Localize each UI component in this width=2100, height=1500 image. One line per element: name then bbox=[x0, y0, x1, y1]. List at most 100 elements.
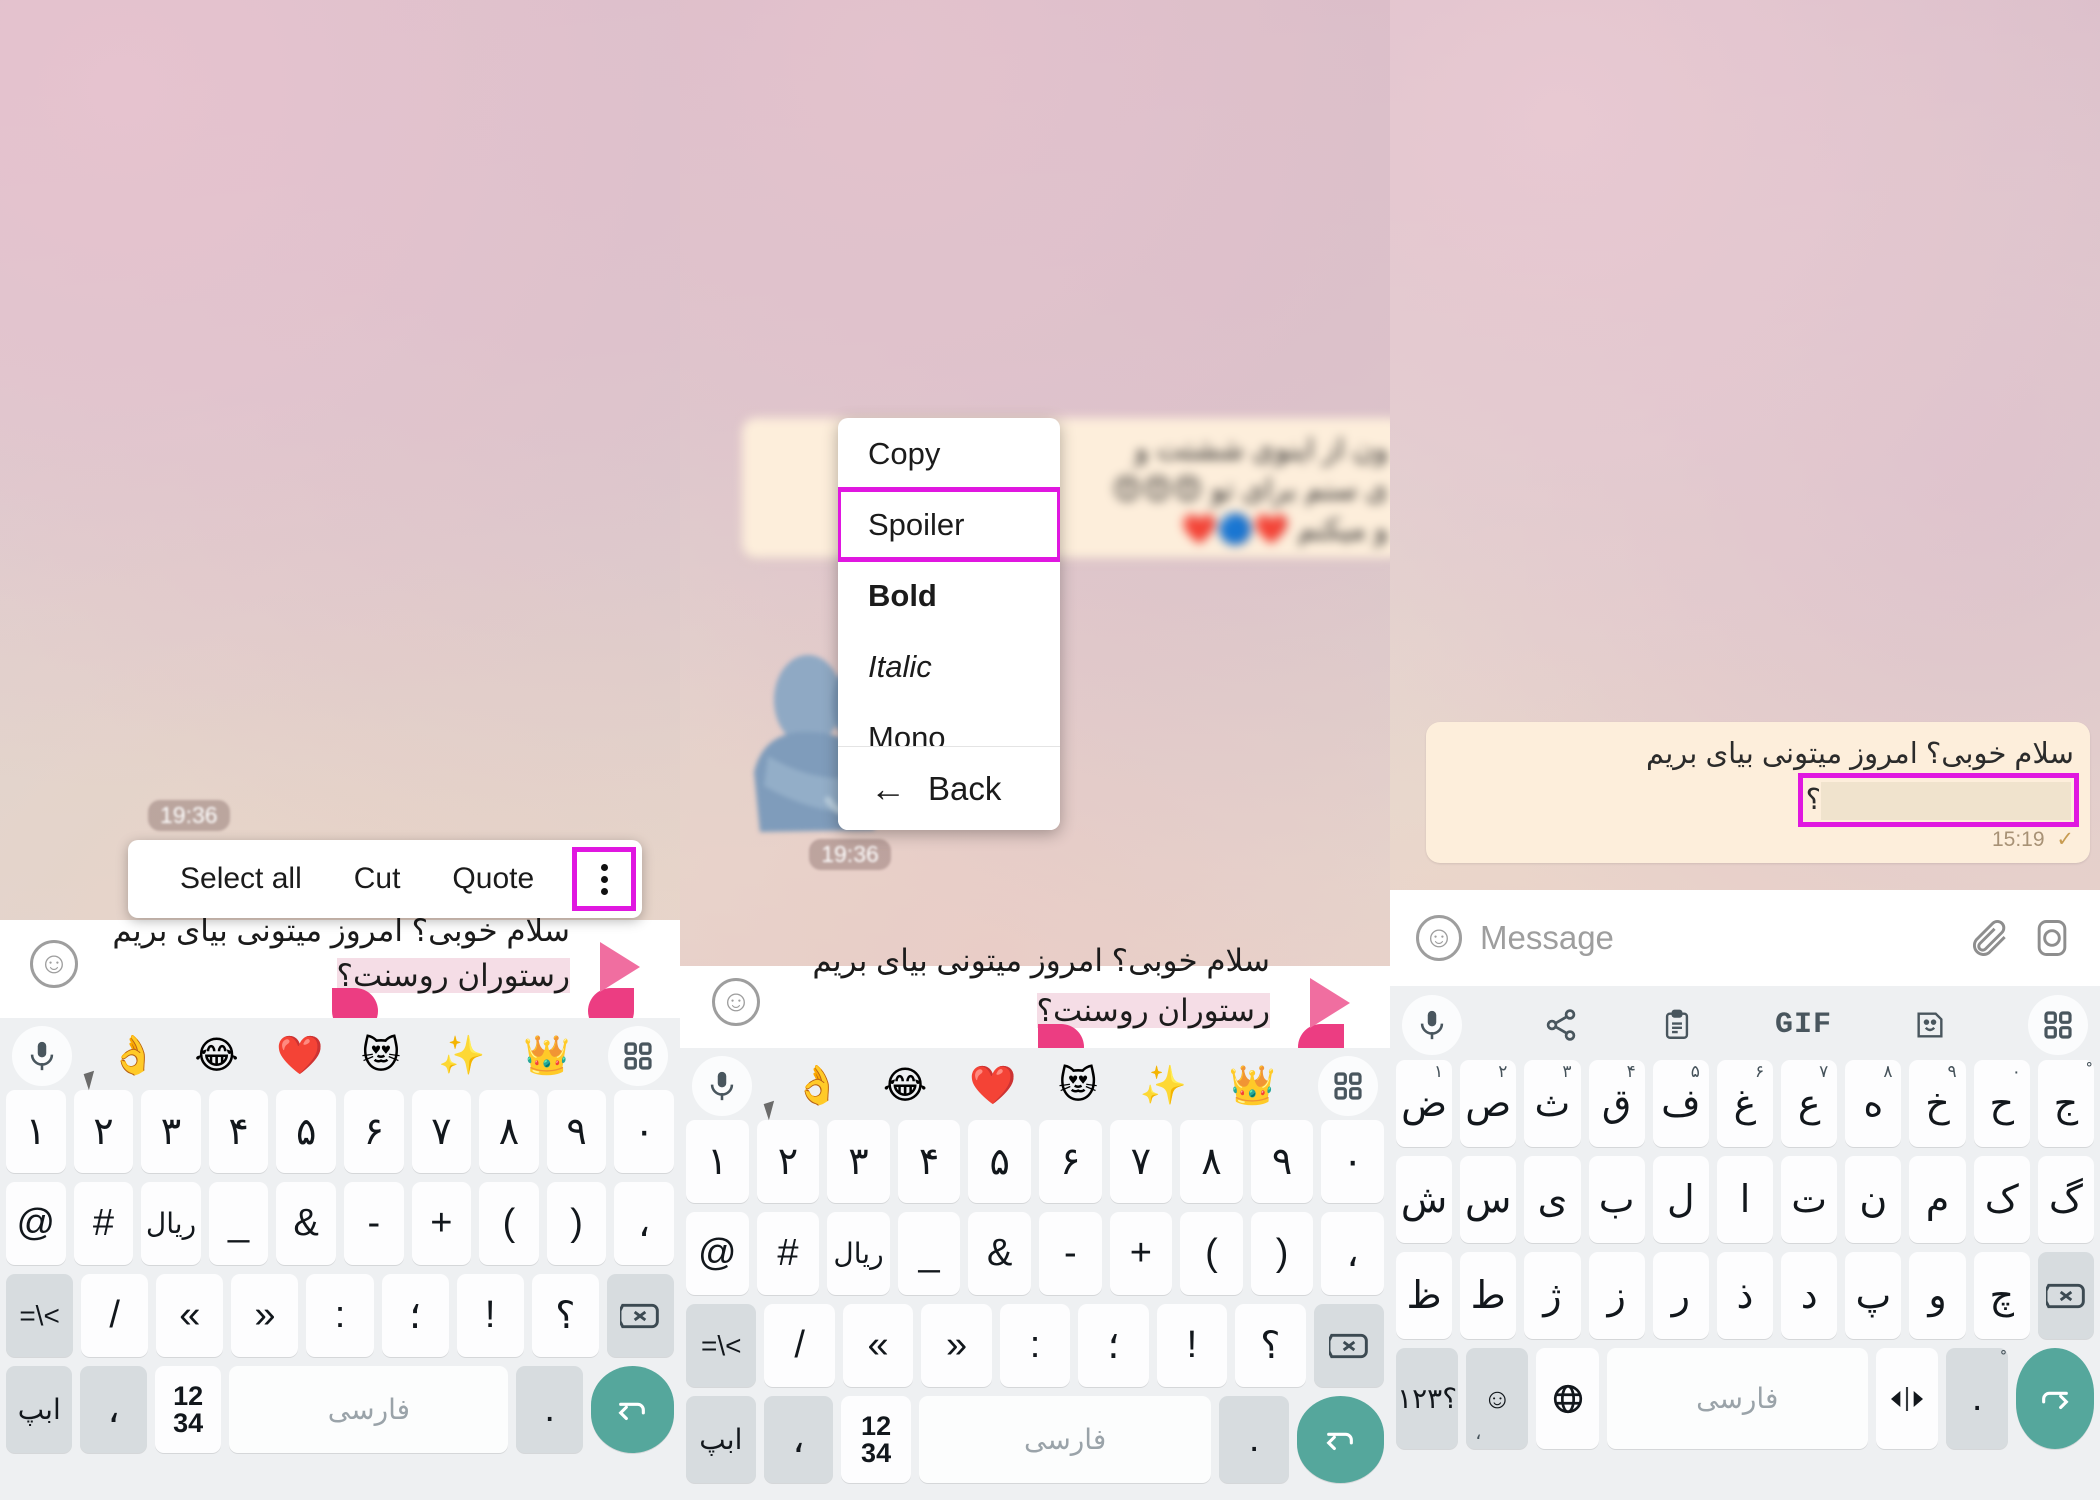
key-![interactable]: ! bbox=[456, 1274, 524, 1357]
dropdown-back-button[interactable]: ← Back bbox=[838, 746, 1060, 830]
spoiler-highlight-box[interactable]: ؟ bbox=[1797, 772, 2080, 828]
emoji-5[interactable]: ✨ bbox=[1140, 1067, 1187, 1105]
key-=\<[interactable]: =\< bbox=[686, 1304, 757, 1387]
emoji-6[interactable]: 👑 bbox=[1229, 1067, 1276, 1105]
key-پ[interactable]: پ bbox=[1845, 1252, 1902, 1339]
context-menu-select-all-button[interactable]: Select all bbox=[154, 862, 328, 896]
key-۱۲۳؟[interactable]: ۱۲۳؟ bbox=[1396, 1348, 1459, 1449]
key-ابپ[interactable]: ابپ bbox=[686, 1396, 756, 1483]
key-ریال[interactable]: ریال bbox=[141, 1182, 201, 1265]
message-input-bar[interactable]: ☺ Message bbox=[1390, 890, 2100, 986]
key-۶[interactable]: ۶ bbox=[1039, 1120, 1102, 1203]
space-key[interactable]: فارسی bbox=[1606, 1348, 1868, 1449]
mic-icon[interactable] bbox=[1402, 995, 1462, 1055]
key-د[interactable]: د bbox=[1781, 1252, 1838, 1339]
smiley-icon[interactable]: ☺ bbox=[1416, 915, 1462, 961]
key-.[interactable]: . bbox=[516, 1366, 583, 1453]
key-+[interactable]: + bbox=[1109, 1212, 1173, 1295]
emoji-key[interactable]: ☺ ، bbox=[1466, 1348, 1529, 1449]
mic-icon[interactable] bbox=[12, 1026, 72, 1086]
key-#[interactable]: # bbox=[756, 1212, 820, 1295]
emoji-3[interactable]: ❤️ bbox=[276, 1037, 323, 1075]
key-۶[interactable]: ۶ bbox=[344, 1090, 404, 1173]
context-menu-cut-button[interactable]: Cut bbox=[328, 862, 427, 896]
key-۱[interactable]: ۱ bbox=[686, 1120, 749, 1203]
key-/[interactable]: / bbox=[81, 1274, 149, 1357]
key-ریال[interactable]: ریال bbox=[827, 1212, 890, 1295]
key-ز[interactable]: ز bbox=[1588, 1252, 1645, 1339]
outgoing-message-bubble[interactable]: سلام خوبی؟ امروز میتونی بیای بریم ؟ 15:1… bbox=[1426, 722, 2090, 864]
clipboard-icon[interactable] bbox=[1660, 1008, 1694, 1042]
backspace-key[interactable] bbox=[2037, 1252, 2095, 1339]
backspace-key[interactable] bbox=[606, 1274, 674, 1357]
key-ن[interactable]: ن bbox=[1845, 1156, 1902, 1243]
key-ش[interactable]: ش bbox=[1395, 1156, 1453, 1243]
dropdown-item-mono[interactable]: Mono bbox=[838, 702, 1060, 747]
key-ی[interactable]: ی bbox=[1524, 1156, 1581, 1243]
smiley-icon[interactable]: ☺ bbox=[30, 940, 78, 988]
grid-icon[interactable] bbox=[2027, 995, 2088, 1055]
overflow-menu-icon[interactable] bbox=[572, 847, 637, 911]
key-۷[interactable]: ۷ bbox=[411, 1090, 472, 1173]
key-غ[interactable]: غ۶ bbox=[1716, 1060, 1774, 1147]
key--[interactable]: - bbox=[344, 1182, 404, 1265]
key-([interactable]: ( bbox=[479, 1182, 539, 1265]
emoji-1[interactable]: 👌 bbox=[794, 1067, 841, 1105]
key-.[interactable]: . bbox=[1219, 1396, 1289, 1483]
numeric-key[interactable]: 12 34 bbox=[841, 1396, 911, 1483]
key-؛[interactable]: ؛ bbox=[1078, 1304, 1149, 1387]
language-globe-key[interactable] bbox=[1536, 1348, 1599, 1449]
key-_[interactable]: _ bbox=[897, 1212, 961, 1295]
key-،[interactable]: ، bbox=[80, 1366, 147, 1453]
key-»[interactable]: » bbox=[921, 1304, 992, 1387]
enter-key[interactable] bbox=[590, 1366, 674, 1453]
emoji-6[interactable]: 👑 bbox=[523, 1037, 570, 1075]
key-۷[interactable]: ۷ bbox=[1109, 1120, 1173, 1203]
emoji-2[interactable]: 😂 bbox=[194, 1037, 238, 1075]
cursor-move-key[interactable] bbox=[1875, 1348, 1939, 1449]
enter-key[interactable] bbox=[1296, 1396, 1384, 1483]
key-#[interactable]: # bbox=[73, 1182, 134, 1265]
key-@[interactable]: @ bbox=[686, 1212, 749, 1295]
key-=\<[interactable]: =\< bbox=[6, 1274, 74, 1357]
emoji-5[interactable]: ✨ bbox=[438, 1037, 485, 1075]
gif-button[interactable]: GIF bbox=[1775, 1008, 1832, 1042]
key-و[interactable]: و bbox=[1909, 1252, 1966, 1339]
key-ق[interactable]: ق۴ bbox=[1588, 1060, 1645, 1147]
grid-icon[interactable] bbox=[1317, 1056, 1378, 1116]
key-چ[interactable]: چ bbox=[1973, 1252, 2030, 1339]
key-۳[interactable]: ۳ bbox=[141, 1090, 201, 1173]
key-۰[interactable]: ۰ bbox=[614, 1090, 674, 1173]
key-.[interactable]: .ْ bbox=[1946, 1348, 2009, 1449]
send-arrow-icon[interactable] bbox=[1310, 978, 1350, 1028]
backspace-key[interactable] bbox=[1313, 1304, 1384, 1387]
key-ذ[interactable]: ذ bbox=[1716, 1252, 1774, 1339]
key-![interactable]: ! bbox=[1156, 1304, 1228, 1387]
camera-icon[interactable] bbox=[2030, 916, 2074, 960]
key-خ[interactable]: خ۹ bbox=[1909, 1060, 1966, 1147]
emoji-4[interactable]: 😻 bbox=[361, 1037, 401, 1075]
key-ج[interactable]: جْ bbox=[2037, 1060, 2095, 1147]
emoji-1[interactable]: 👌 bbox=[110, 1037, 157, 1075]
key-&[interactable]: & bbox=[968, 1212, 1031, 1295]
share-icon[interactable] bbox=[1543, 1007, 1579, 1043]
key-۲[interactable]: ۲ bbox=[756, 1120, 820, 1203]
key-ث[interactable]: ث۳ bbox=[1524, 1060, 1581, 1147]
key-؛[interactable]: ؛ bbox=[381, 1274, 449, 1357]
emoji-2[interactable]: 😂 bbox=[883, 1067, 927, 1105]
key-ص[interactable]: ص۲ bbox=[1460, 1060, 1517, 1147]
key-؟[interactable]: ؟ bbox=[1235, 1304, 1306, 1387]
numeric-key[interactable]: 12 34 bbox=[154, 1366, 222, 1453]
dropdown-item-italic[interactable]: Italic bbox=[838, 631, 1060, 702]
key-م[interactable]: م bbox=[1909, 1156, 1966, 1243]
key-ا[interactable]: ا bbox=[1716, 1156, 1774, 1243]
key-۱[interactable]: ۱ bbox=[6, 1090, 66, 1173]
space-key[interactable]: فارسی bbox=[229, 1366, 509, 1453]
key-([interactable]: ( bbox=[1180, 1212, 1243, 1295]
key-«[interactable]: « bbox=[842, 1304, 914, 1387]
key-ابپ[interactable]: ابپ bbox=[6, 1366, 73, 1453]
key--[interactable]: - bbox=[1039, 1212, 1102, 1295]
key-ک[interactable]: ک bbox=[1973, 1156, 2030, 1243]
key-۸[interactable]: ۸ bbox=[1180, 1120, 1243, 1203]
enter-key[interactable] bbox=[2016, 1348, 2095, 1449]
